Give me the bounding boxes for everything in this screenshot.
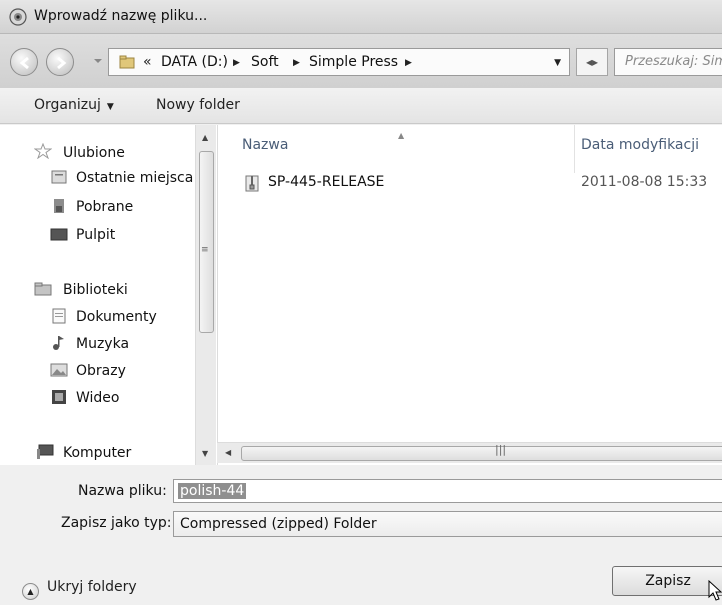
- libraries-icon: [34, 282, 52, 296]
- scrollbar-thumb[interactable]: [241, 446, 722, 461]
- dialog-icon: [9, 8, 27, 26]
- scroll-grip-icon: |||: [495, 443, 507, 456]
- file-type-label: Zapisz jako typ:: [61, 515, 172, 531]
- title-bar: Wprowadź nazwę pliku...: [0, 0, 722, 34]
- breadcrumb-separator-icon[interactable]: ▶: [293, 58, 300, 68]
- table-row[interactable]: SP-445-RELEASE 2011-08-08 15:33: [218, 173, 722, 195]
- chevron-down-icon: ▼: [106, 102, 114, 112]
- file-type-select[interactable]: Compressed (zipped) Folder: [173, 511, 722, 537]
- scroll-left-icon[interactable]: ◀: [225, 448, 231, 457]
- scrollbar-thumb[interactable]: [199, 151, 214, 333]
- hide-folders-label: Ukryj foldery: [47, 579, 137, 595]
- save-button[interactable]: Zapisz: [612, 566, 722, 596]
- mouse-cursor-icon: [708, 580, 722, 601]
- toolbar: Organizuj ▼ Nowy folder: [0, 88, 722, 124]
- nav-libraries[interactable]: Biblioteki: [63, 282, 128, 298]
- breadcrumb-overflow[interactable]: «: [143, 54, 152, 70]
- filename-field[interactable]: polish-44: [173, 479, 722, 503]
- nav-item-documents[interactable]: Dokumenty: [76, 309, 157, 325]
- refresh-button[interactable]: ◂▸: [576, 48, 608, 76]
- search-input[interactable]: Przeszukaj: Sim: [614, 48, 722, 76]
- nav-item-downloads[interactable]: Pobrane: [76, 199, 133, 215]
- window-title: Wprowadź nazwę pliku...: [34, 8, 208, 24]
- filename-label: Nazwa pliku:: [78, 483, 167, 499]
- file-list: ▲ Nazwa Data modyfikacji SP-445-RELEASE …: [217, 125, 722, 465]
- file-name: SP-445-RELEASE: [268, 174, 385, 190]
- breadcrumb-item[interactable]: Simple Press: [309, 54, 398, 70]
- desktop-icon: [50, 228, 68, 241]
- column-header-name[interactable]: Nazwa: [242, 137, 288, 153]
- column-divider[interactable]: [574, 125, 575, 173]
- zip-folder-icon: [245, 175, 259, 192]
- nav-item-pictures[interactable]: Obrazy: [76, 363, 126, 379]
- breadcrumb-separator-icon[interactable]: ▶: [405, 58, 412, 68]
- sort-ascending-icon: ▲: [398, 131, 405, 140]
- new-folder-button[interactable]: Nowy folder: [156, 97, 240, 113]
- computer-icon: [37, 444, 54, 459]
- refresh-icon: ◂▸: [585, 55, 599, 69]
- address-bar[interactable]: « DATA (D:) ▶ Soft ▶ Simple Press ▶ ▼: [108, 48, 570, 76]
- music-icon: [53, 336, 64, 350]
- file-modified-date: 2011-08-08 15:33: [581, 174, 708, 190]
- nav-computer[interactable]: Komputer: [63, 445, 131, 461]
- folder-icon: [119, 55, 135, 69]
- scroll-grip-icon: ≡: [201, 245, 209, 255]
- breadcrumb-item[interactable]: Soft: [251, 54, 279, 70]
- back-arrow-icon: [19, 56, 29, 70]
- organize-button[interactable]: Organizuj ▼: [34, 97, 114, 113]
- chevron-up-icon: ▲: [22, 583, 39, 600]
- history-dropdown-icon[interactable]: [93, 56, 103, 66]
- navigation-pane: Ulubione Ostatnie miejsca Pobrane Pulpit…: [0, 125, 217, 465]
- nav-pane-scrollbar[interactable]: ▲ ≡ ▼: [195, 125, 216, 465]
- scroll-down-icon[interactable]: ▼: [202, 449, 208, 458]
- forward-arrow-icon: [57, 56, 67, 70]
- nav-item-recent-places[interactable]: Ostatnie miejsca: [76, 170, 193, 186]
- downloads-icon: [54, 199, 64, 213]
- nav-item-desktop[interactable]: Pulpit: [76, 227, 115, 243]
- breadcrumb-item[interactable]: DATA (D:): [161, 54, 228, 70]
- navigation-bar: « DATA (D:) ▶ Soft ▶ Simple Press ▶ ▼ ◂▸…: [0, 34, 722, 88]
- forward-button[interactable]: [46, 48, 74, 76]
- address-dropdown-icon[interactable]: ▼: [554, 58, 561, 68]
- scroll-up-icon[interactable]: ▲: [202, 133, 208, 142]
- organize-label: Organizuj: [34, 97, 101, 113]
- column-header-modified[interactable]: Data modyfikacji: [581, 137, 699, 153]
- hide-folders-toggle[interactable]: ▲ Ukryj foldery: [22, 579, 137, 600]
- nav-item-music[interactable]: Muzyka: [76, 336, 129, 352]
- recent-places-icon: [51, 170, 67, 184]
- file-list-scrollbar[interactable]: ◀ |||: [217, 442, 722, 463]
- nav-favorites[interactable]: Ulubione: [63, 145, 125, 161]
- videos-icon: [52, 390, 66, 404]
- back-button[interactable]: [10, 48, 38, 76]
- filename-value: polish-44: [178, 483, 247, 499]
- breadcrumb-separator-icon[interactable]: ▶: [233, 58, 240, 68]
- documents-icon: [52, 308, 66, 324]
- pictures-icon: [50, 363, 68, 377]
- save-form: Nazwa pliku: polish-44 Zapisz jako typ: …: [0, 465, 722, 605]
- star-icon: [34, 143, 52, 159]
- nav-item-videos[interactable]: Wideo: [76, 390, 120, 406]
